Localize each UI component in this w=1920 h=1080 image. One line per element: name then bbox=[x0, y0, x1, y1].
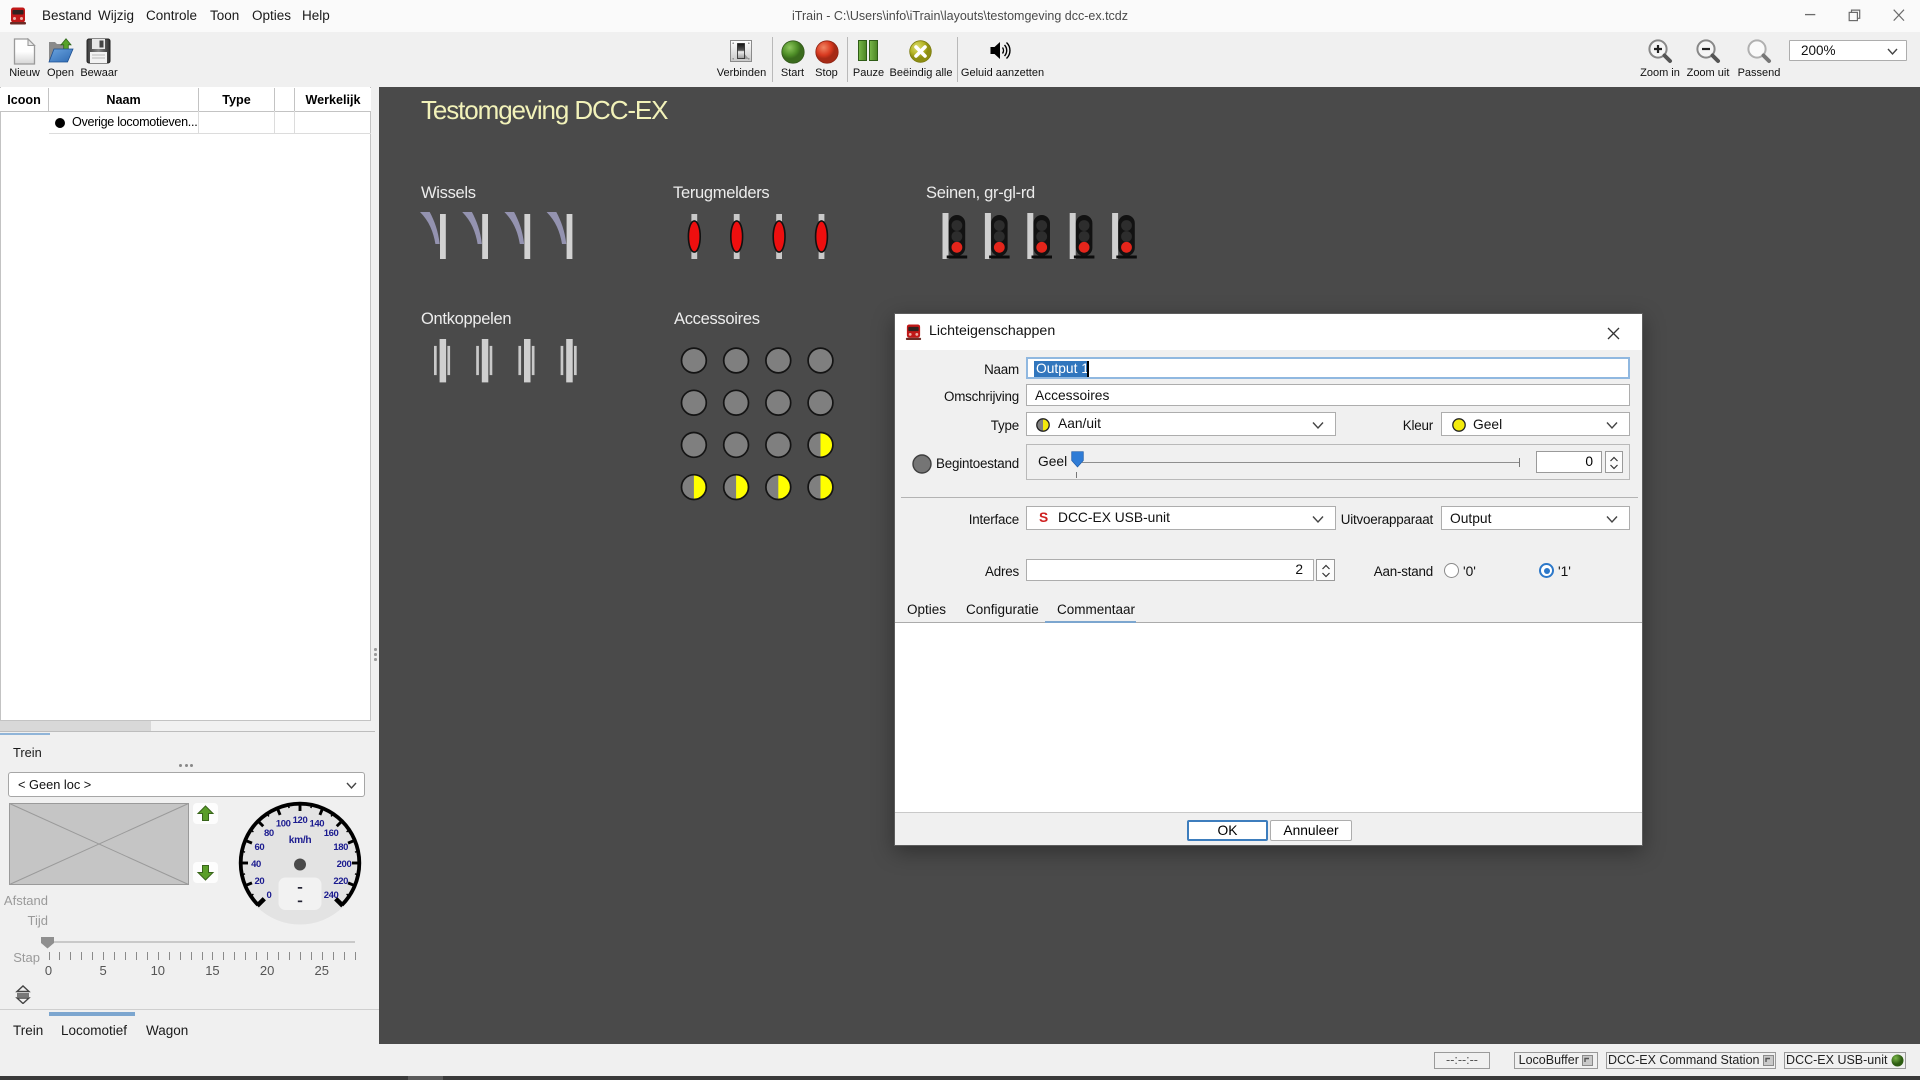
svg-text:240: 240 bbox=[324, 890, 339, 901]
svg-text:120: 120 bbox=[293, 815, 308, 826]
svg-text:0: 0 bbox=[266, 890, 271, 901]
svg-text:220: 220 bbox=[333, 876, 348, 887]
svg-text:km/h: km/h bbox=[289, 835, 312, 846]
svg-text:200: 200 bbox=[337, 859, 352, 870]
svg-text:40: 40 bbox=[251, 859, 261, 870]
svg-text:80: 80 bbox=[264, 828, 274, 839]
svg-text:20: 20 bbox=[254, 876, 264, 887]
svg-text:160: 160 bbox=[324, 828, 339, 839]
svg-text:140: 140 bbox=[310, 818, 325, 829]
svg-text:180: 180 bbox=[333, 842, 348, 853]
svg-text:60: 60 bbox=[254, 842, 264, 853]
svg-text:100: 100 bbox=[276, 818, 291, 829]
